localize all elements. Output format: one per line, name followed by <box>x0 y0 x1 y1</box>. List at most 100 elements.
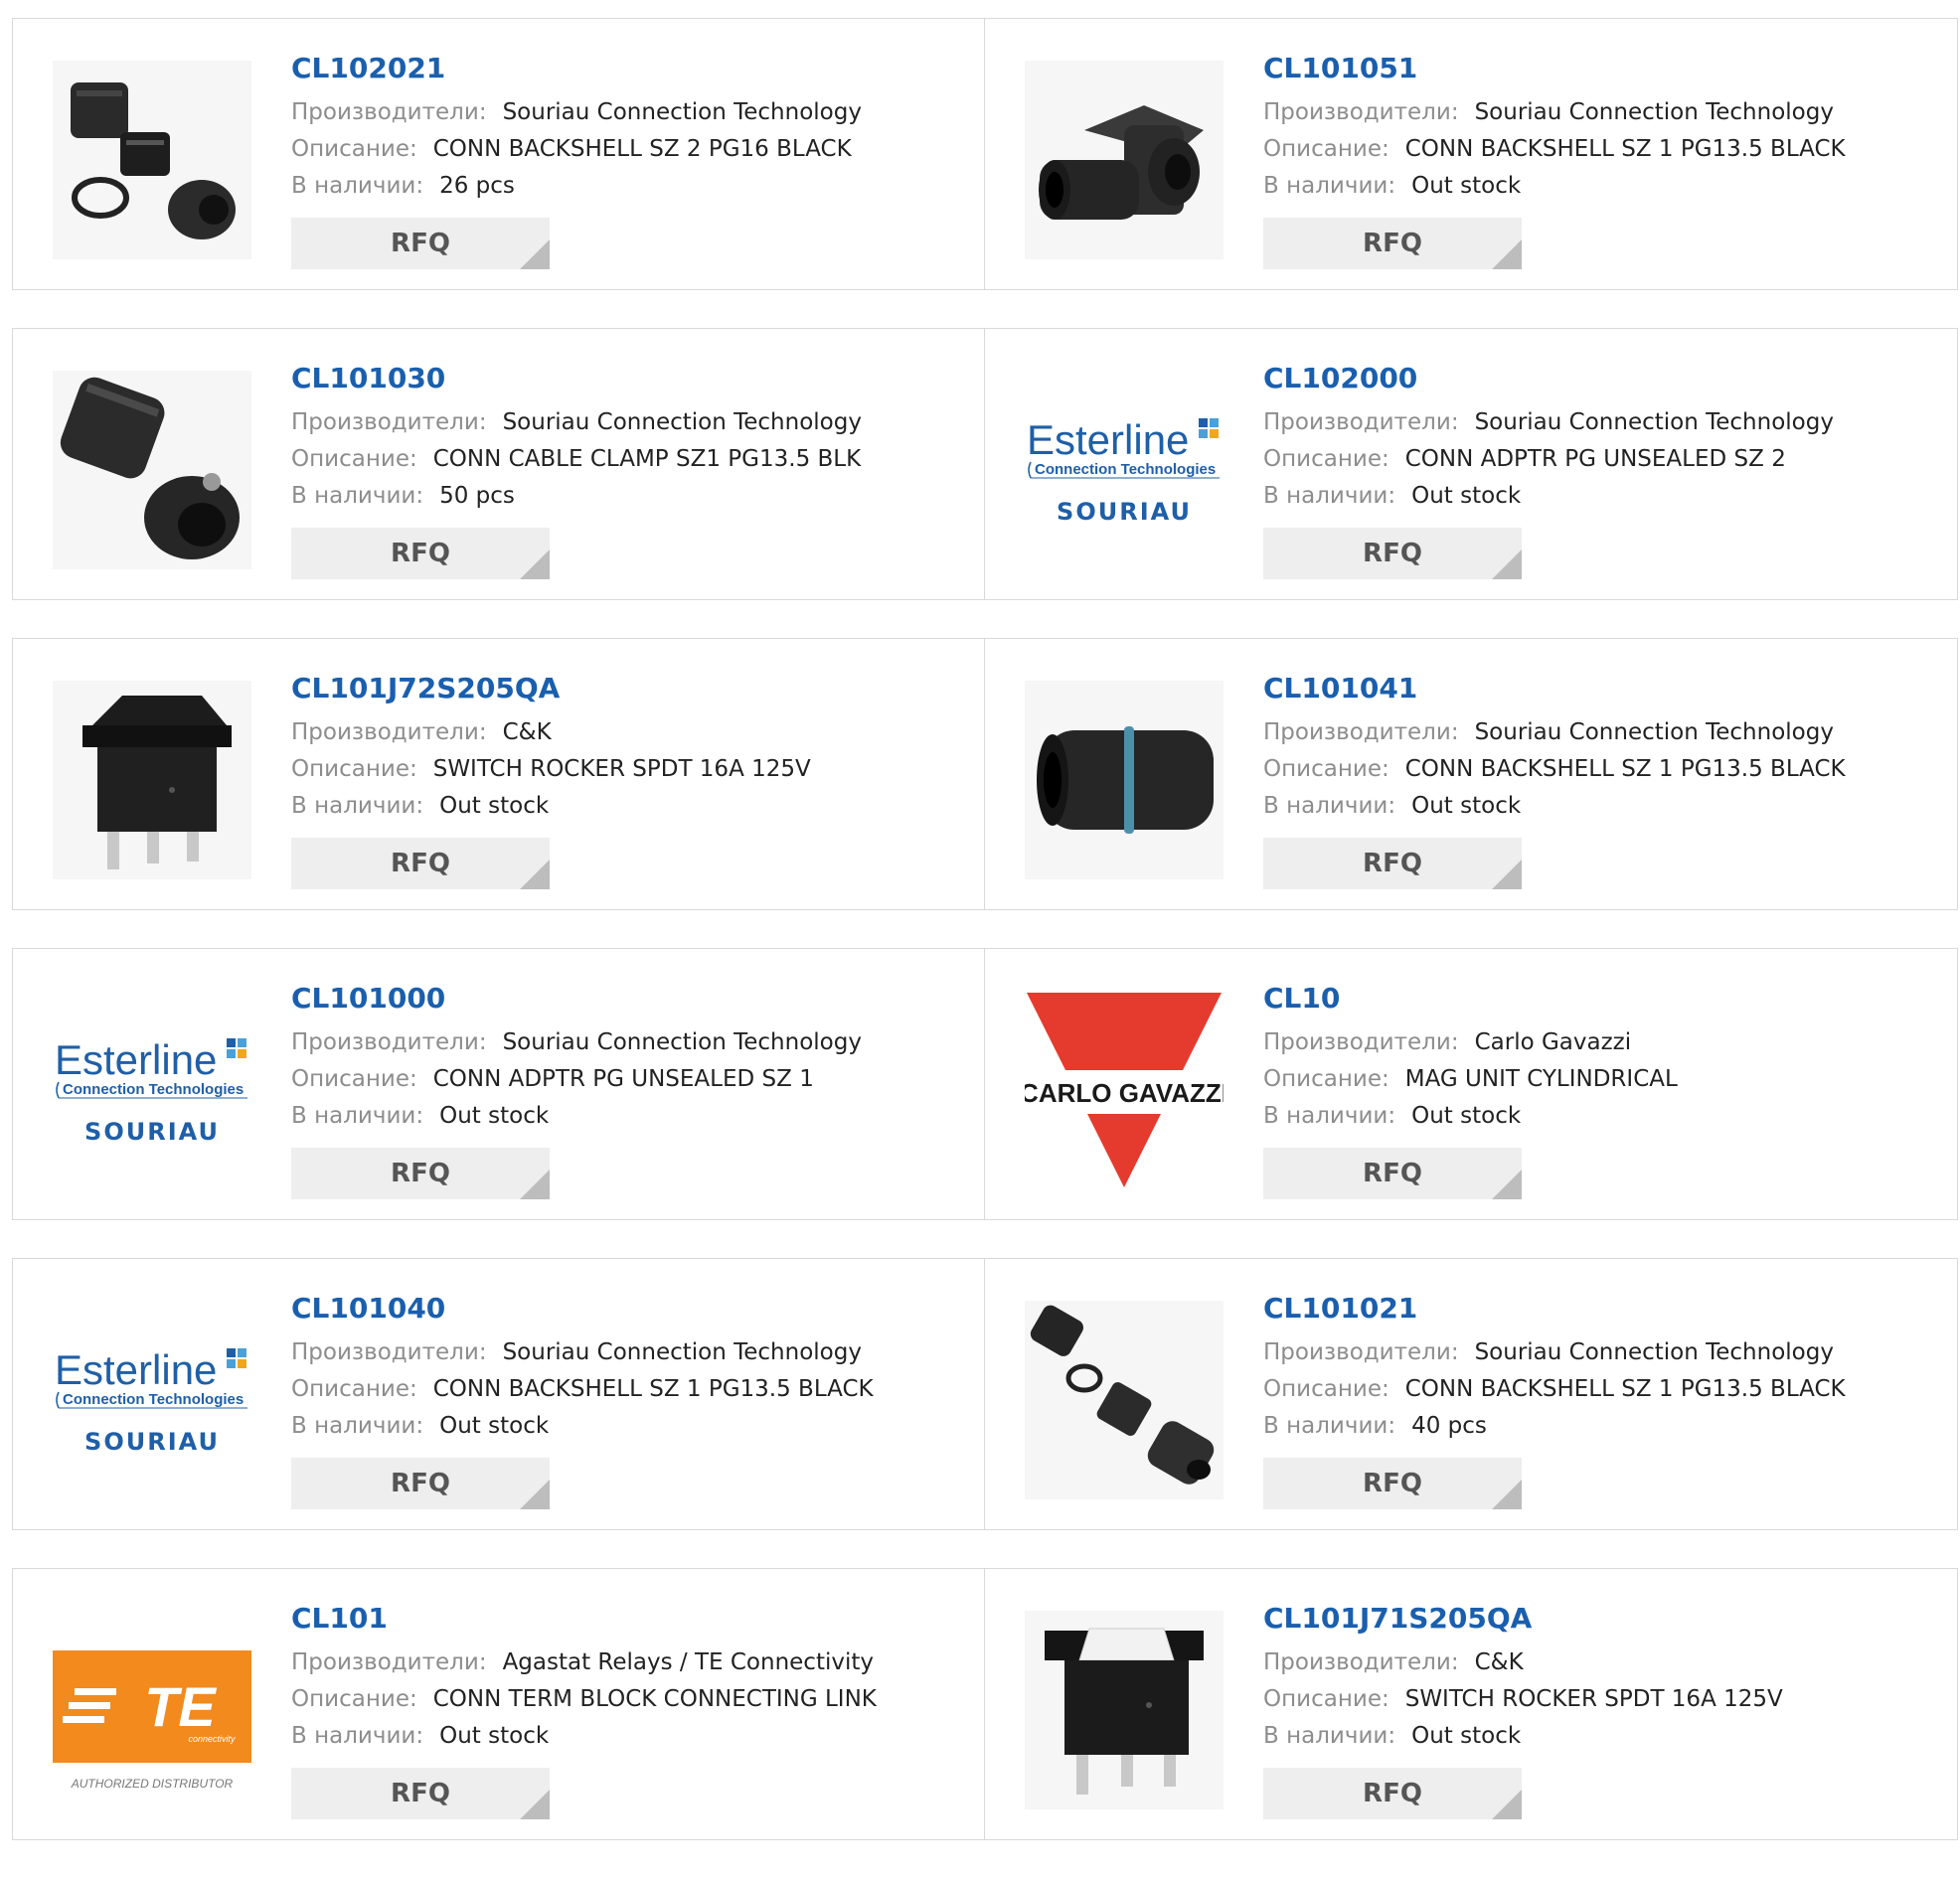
part-number-link[interactable]: CL101 <box>291 1599 964 1644</box>
rfq-label: RFQ <box>391 539 450 568</box>
corner-triangle-icon <box>1492 1480 1522 1509</box>
rfq-button[interactable]: RFQ <box>1263 838 1522 889</box>
product-grid: CL102021 Производители: Souriau Connection… <box>12 18 1958 1878</box>
rfq-label: RFQ <box>1363 1779 1422 1808</box>
cable-clamp-photo[interactable] <box>53 371 251 569</box>
carlo-gavazzi-logo[interactable]: CARLO GAVAZZI <box>1025 991 1224 1189</box>
rfq-button[interactable]: RFQ <box>291 218 550 269</box>
rfq-button[interactable]: RFQ <box>291 1768 550 1819</box>
description-value: CONN BACKSHELL SZ 1 PG13.5 BLACK <box>432 1376 874 1402</box>
description-label: Описание: <box>291 1376 417 1402</box>
part-number-link[interactable]: CL102000 <box>1263 359 1937 404</box>
rfq-button[interactable]: RFQ <box>1263 1768 1522 1819</box>
rfq-button[interactable]: RFQ <box>291 1148 550 1199</box>
white-rocker-switch-photo[interactable] <box>1025 1611 1224 1809</box>
manufacturer-value: Souriau Connection Technology <box>1474 1339 1834 1365</box>
description-label: Описание: <box>1263 1686 1389 1712</box>
description-label: Описание: <box>291 1686 417 1712</box>
manufacturer-label: Производители: <box>291 1649 487 1675</box>
rfq-button[interactable]: RFQ <box>291 1458 550 1509</box>
part-number-link[interactable]: CL101051 <box>1263 49 1937 94</box>
manufacturer-value: Souriau Connection Technology <box>502 409 862 435</box>
description-label: Описание: <box>1263 1066 1389 1092</box>
manufacturer-value: Souriau Connection Technology <box>502 1339 862 1365</box>
rfq-button[interactable]: RFQ <box>291 838 550 889</box>
manufacturer-line: Производители: C&K <box>1263 1644 1937 1681</box>
part-number-link[interactable]: CL101000 <box>291 979 964 1024</box>
stock-line: В наличии: Out stock <box>291 1098 964 1135</box>
description-line: Описание: MAG UNIT CYLINDRICAL <box>1263 1061 1937 1098</box>
manufacturer-line: Производители: Souriau Connection Technol… <box>291 404 964 441</box>
manufacturer-line: Производители: Agastat Relays / TE Connec… <box>291 1644 964 1681</box>
part-number-link[interactable]: CL102021 <box>291 49 964 94</box>
description-value: SWITCH ROCKER SPDT 16A 125V <box>432 756 811 782</box>
manufacturer-value: Carlo Gavazzi <box>1474 1029 1632 1055</box>
rfq-label: RFQ <box>391 1159 450 1188</box>
stock-line: В наличии: 50 pcs <box>291 478 964 515</box>
esterline-souriau-logo[interactable]: Esterline Connection Technologies SOURIA… <box>53 1301 251 1499</box>
part-number-link[interactable]: CL101J72S205QA <box>291 669 964 714</box>
manufacturer-value: Souriau Connection Technology <box>1474 719 1834 745</box>
stock-value: 40 pcs <box>1411 1413 1487 1439</box>
corner-triangle-icon <box>1492 549 1522 579</box>
part-number-link[interactable]: CL101030 <box>291 359 964 404</box>
rfq-button[interactable]: RFQ <box>1263 218 1522 269</box>
description-label: Описание: <box>291 136 417 162</box>
part-number-link[interactable]: CL101041 <box>1263 669 1937 714</box>
te-connectivity-logo[interactable]: TE connectivity AUTHORIZED DISTRIBUTOR <box>53 1611 251 1809</box>
description-line: Описание: CONN TERM BLOCK CONNECTING LINK <box>291 1681 964 1718</box>
backshell-kit-photo[interactable] <box>53 61 251 259</box>
corner-triangle-icon <box>520 1790 550 1819</box>
product-info: CL10 Производители: Carlo Gavazzi Описание:… <box>1263 979 1937 1199</box>
rfq-button[interactable]: RFQ <box>1263 1458 1522 1509</box>
straight-backshell-photo[interactable] <box>1025 681 1224 879</box>
corner-triangle-icon <box>1492 1170 1522 1199</box>
manufacturer-value: Souriau Connection Technology <box>1474 99 1834 125</box>
stock-line: В наличии: Out stock <box>291 1408 964 1445</box>
product-info: CL101051 Производители: Souriau Connection… <box>1263 49 1937 269</box>
product-info: CL102021 Производители: Souriau Connection… <box>291 49 964 269</box>
stock-label: В наличии: <box>291 1413 424 1439</box>
exploded-backshell-photo[interactable] <box>1025 1301 1224 1499</box>
part-number-link[interactable]: CL10 <box>1263 979 1937 1024</box>
corner-triangle-icon <box>520 1170 550 1199</box>
stock-line: В наличии: Out stock <box>1263 788 1937 825</box>
description-line: Описание: CONN BACKSHELL SZ 1 PG13.5 BLAC… <box>291 1371 964 1408</box>
logo-text: Connection Technologies <box>1035 461 1216 478</box>
manufacturer-line: Производители: Souriau Connection Technol… <box>1263 714 1937 751</box>
product-row: CL101030 Производители: Souriau Connection… <box>12 328 1958 600</box>
manufacturer-line: Производители: Souriau Connection Technol… <box>291 94 964 131</box>
corner-triangle-icon <box>520 1480 550 1509</box>
corner-triangle-icon <box>520 239 550 269</box>
stock-value: Out stock <box>1411 1103 1522 1129</box>
part-number-link[interactable]: CL101040 <box>291 1289 964 1334</box>
black-rocker-switch-photo[interactable] <box>53 681 251 879</box>
rfq-label: RFQ <box>391 1469 450 1498</box>
stock-value: 26 pcs <box>439 173 515 199</box>
manufacturer-line: Производители: Souriau Connection Technol… <box>1263 1334 1937 1371</box>
rfq-button[interactable]: RFQ <box>291 528 550 579</box>
stock-label: В наличии: <box>291 1723 424 1749</box>
manufacturer-value: C&K <box>1474 1649 1524 1675</box>
stock-value: 50 pcs <box>439 483 515 509</box>
description-label: Описание: <box>291 446 417 472</box>
product-card: CL101J71S205QA Производители: C&K Описание:… <box>985 1568 1958 1840</box>
rfq-button[interactable]: RFQ <box>1263 528 1522 579</box>
stock-line: В наличии: Out stock <box>1263 1718 1937 1755</box>
logo-text: CARLO GAVAZZI <box>1025 1078 1224 1108</box>
description-value: CONN ADPTR PG UNSEALED SZ 1 <box>432 1066 814 1092</box>
product-row: CL102021 Производители: Souriau Connection… <box>12 18 1958 290</box>
part-number-link[interactable]: CL101J71S205QA <box>1263 1599 1937 1644</box>
product-card: TE connectivity AUTHORIZED DISTRIBUTOR C… <box>12 1568 985 1840</box>
rfq-button[interactable]: RFQ <box>1263 1148 1522 1199</box>
manufacturer-value: Agastat Relays / TE Connectivity <box>502 1649 874 1675</box>
logo-text: AUTHORIZED DISTRIBUTOR <box>71 1777 234 1791</box>
stock-value: Out stock <box>1411 793 1522 819</box>
manufacturer-line: Производители: Carlo Gavazzi <box>1263 1024 1937 1061</box>
logo-text: Connection Technologies <box>63 1081 244 1098</box>
stock-label: В наличии: <box>291 793 424 819</box>
esterline-souriau-logo[interactable]: Esterline Connection Technologies SOURIA… <box>53 991 251 1189</box>
right-angle-backshell-photo[interactable] <box>1025 61 1224 259</box>
esterline-souriau-logo[interactable]: Esterline Connection Technologies SOURIA… <box>1025 371 1224 569</box>
part-number-link[interactable]: CL101021 <box>1263 1289 1937 1334</box>
